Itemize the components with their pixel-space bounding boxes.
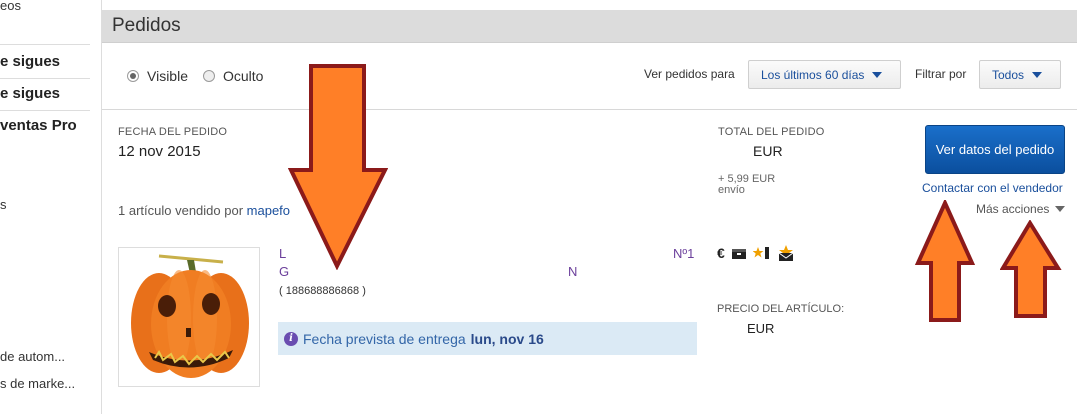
sold-by-prefix: 1 artículo vendido por	[118, 203, 244, 218]
filter-by-label: Filtrar por	[915, 67, 967, 81]
item-number-label: Nº1	[673, 246, 695, 261]
delivery-prefix: Fecha prevista de entrega	[303, 330, 466, 347]
order-date-label: FECHA DEL PEDIDO	[118, 126, 228, 138]
sidebar-item-ventas-pro[interactable]: ventas Pro	[0, 117, 77, 134]
order-date-value: 12 nov 2015	[118, 143, 201, 160]
item-price-currency: EUR	[747, 321, 775, 336]
shipping-label: envío	[718, 184, 745, 196]
positive-feedback-icon	[778, 245, 794, 261]
left-sidebar: eos e sigues e sigues ventas Pro s de au…	[0, 0, 92, 414]
package-icon	[731, 249, 746, 259]
sidebar-item-videos[interactable]: eos	[0, 0, 21, 13]
sidebar-divider	[0, 78, 90, 79]
chevron-down-icon	[872, 71, 883, 78]
seller-link[interactable]: mapefo	[247, 203, 290, 218]
sidebar-item-s[interactable]: s	[0, 197, 7, 212]
chevron-down-icon	[1032, 71, 1043, 78]
info-icon: i	[284, 331, 298, 346]
chevron-down-icon	[1055, 206, 1066, 212]
view-order-details-button[interactable]: Ver datos del pedido	[925, 125, 1065, 174]
sold-by: 1 artículo vendido por mapefo	[118, 203, 290, 218]
order-total-label: TOTAL DEL PEDIDO	[718, 126, 825, 138]
filter-dropdown-value: Todos	[992, 67, 1025, 82]
orders-header: Pedidos	[102, 10, 1077, 43]
annotation-arrow-up-left	[914, 200, 976, 322]
order-total-currency: EUR	[753, 143, 783, 159]
page-title: Pedidos	[112, 15, 181, 36]
item-id: ( 188688886868 )	[279, 285, 366, 297]
annotation-arrow-up-right	[1000, 220, 1062, 318]
annotation-arrow-down	[288, 64, 388, 270]
sidebar-item-marketing[interactable]: s de marke...	[0, 376, 75, 391]
shipping-cost: + 5,99 EUR envío	[718, 174, 775, 196]
period-dropdown[interactable]: Los últimos 60 días	[748, 60, 901, 89]
estimated-delivery-banner: i Fecha prevista de entrega lun, nov 16	[278, 322, 697, 355]
pumpkin-image	[131, 254, 249, 378]
visible-radio-label: Visible	[147, 68, 188, 84]
sidebar-item-following-1[interactable]: e sigues	[0, 53, 60, 70]
filter-bar: Visible Oculto Ver pedidos para Los últi…	[102, 44, 1077, 110]
filter-dropdown[interactable]: Todos	[979, 60, 1061, 89]
view-orders-label: Ver pedidos para	[644, 67, 735, 81]
sidebar-item-following-2[interactable]: e sigues	[0, 85, 60, 102]
item-price-label: PRECIO DEL ARTÍCULO:	[717, 303, 845, 315]
radio-unchecked-icon	[203, 70, 215, 82]
delivery-date: lun, nov 16	[470, 330, 544, 347]
more-actions-label: Más acciones	[976, 202, 1050, 216]
hidden-radio[interactable]: Oculto	[203, 68, 263, 84]
item-thumbnail[interactable]	[118, 247, 260, 387]
contact-seller-link[interactable]: Contactar con el vendedor	[922, 181, 1063, 195]
radio-checked-icon	[127, 70, 139, 82]
more-actions-dropdown[interactable]: Más acciones	[976, 202, 1066, 216]
item-title-line-1[interactable]: L	[279, 246, 286, 261]
euro-icon: €	[717, 245, 725, 261]
item-title-line-2-end[interactable]: N	[568, 264, 577, 279]
sidebar-divider	[0, 44, 90, 45]
sidebar-divider	[0, 110, 90, 111]
hidden-radio-label: Oculto	[223, 68, 264, 84]
feedback-star-icon	[752, 247, 769, 259]
status-icons: €	[717, 245, 795, 261]
sidebar-item-automation[interactable]: de autom...	[0, 349, 65, 364]
period-dropdown-value: Los últimos 60 días	[761, 67, 865, 82]
visible-radio[interactable]: Visible	[127, 68, 188, 84]
